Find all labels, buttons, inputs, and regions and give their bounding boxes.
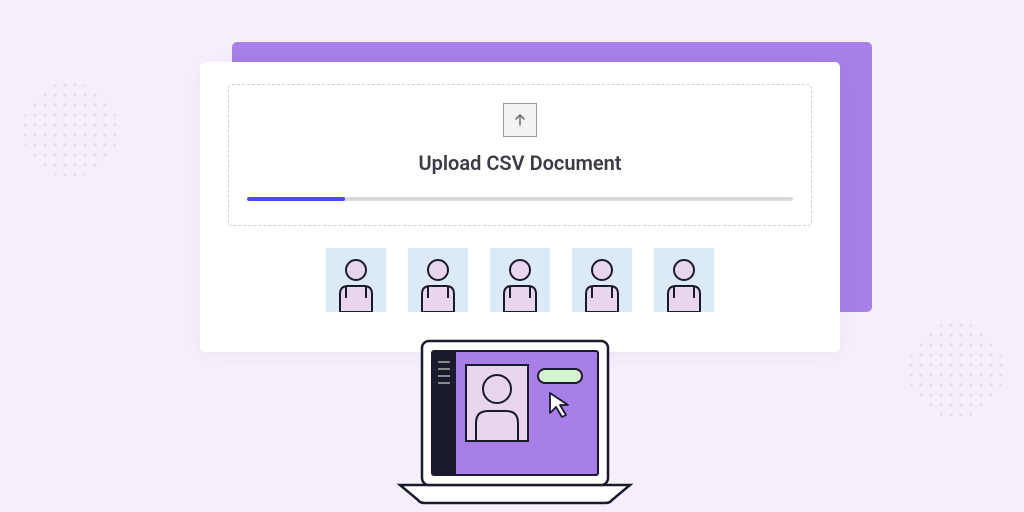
- upload-icon: [503, 103, 537, 137]
- upload-progress-fill: [247, 197, 345, 201]
- laptop-illustration: [390, 335, 640, 505]
- upload-title: Upload CSV Document: [418, 151, 621, 175]
- avatar-tile: [654, 248, 714, 312]
- upload-progress-bar: [247, 197, 793, 201]
- upload-dropzone[interactable]: Upload CSV Document: [228, 84, 812, 226]
- avatar-tile: [490, 248, 550, 312]
- upload-card: Upload CSV Document: [200, 62, 840, 352]
- avatar-tile: [572, 248, 632, 312]
- avatar-tile: [326, 248, 386, 312]
- avatar-row: [228, 248, 812, 312]
- decorative-dots-left: [10, 70, 130, 190]
- avatar-tile: [408, 248, 468, 312]
- decorative-dots-right: [896, 310, 1016, 430]
